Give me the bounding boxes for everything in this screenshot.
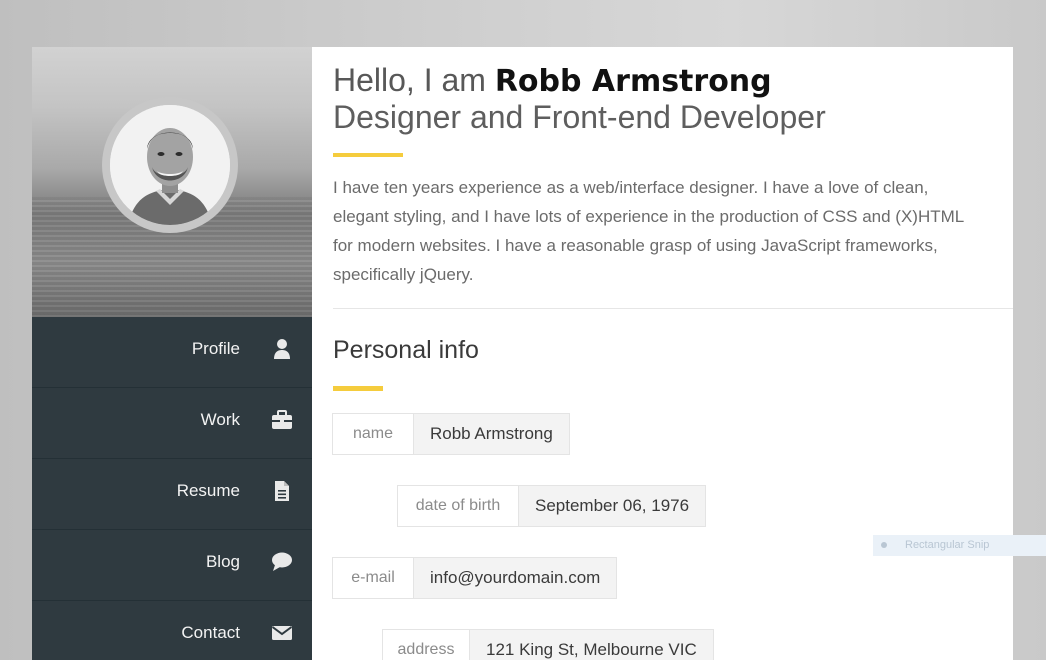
personal-info-heading: Personal info xyxy=(333,336,479,364)
avatar xyxy=(102,97,238,233)
portrait-photo xyxy=(110,105,230,225)
info-value: info@yourdomain.com xyxy=(414,558,617,598)
info-row-email: e-mail info@yourdomain.com xyxy=(332,557,618,599)
info-row-address: address 121 King St, Melbourne VIC xyxy=(382,629,714,660)
greeting-text: Hello, I am xyxy=(333,62,495,98)
nav-item-work[interactable]: Work xyxy=(32,388,312,459)
nav-item-blog[interactable]: Blog xyxy=(32,530,312,601)
info-key: date of birth xyxy=(398,486,519,526)
accent-divider xyxy=(333,153,403,157)
info-key: name xyxy=(333,414,414,454)
owner-name: Robb Armstrong xyxy=(494,64,772,99)
nav-item-label: Work xyxy=(200,410,240,429)
document-icon xyxy=(275,481,289,501)
nav-item-label: Resume xyxy=(176,481,240,500)
profile-header-image xyxy=(32,47,312,317)
main-nav: Profile Work Resume Blog Contact xyxy=(32,317,312,660)
info-key: address xyxy=(383,630,470,660)
nav-item-profile[interactable]: Profile xyxy=(32,317,312,388)
user-icon xyxy=(274,339,290,359)
nav-item-contact[interactable]: Contact xyxy=(32,601,312,660)
info-row-date-of-birth: date of birth September 06, 1976 xyxy=(397,485,707,527)
main-content: Hello, I am Robb Armstrong Designer and … xyxy=(312,47,1013,660)
sidebar: Profile Work Resume Blog Contact xyxy=(32,47,312,660)
job-title: Designer and Front-end Developer xyxy=(333,99,826,135)
speech-bubble-icon xyxy=(272,552,292,571)
nav-item-label: Blog xyxy=(205,552,240,571)
section-divider xyxy=(333,308,1013,309)
info-value: September 06, 1976 xyxy=(519,486,706,526)
briefcase-icon xyxy=(272,410,292,429)
snip-label: Rectangular Snip xyxy=(905,539,990,551)
nav-item-resume[interactable]: Resume xyxy=(32,459,312,530)
info-value: 121 King St, Melbourne VIC xyxy=(470,630,713,660)
rectangular-snip-tooltip[interactable]: Rectangular Snip xyxy=(873,535,1046,556)
info-value: Robb Armstrong xyxy=(414,414,569,454)
resume-card: Profile Work Resume Blog Contact Hello, … xyxy=(32,47,1013,660)
greeting-heading: Hello, I am Robb Armstrong xyxy=(333,61,772,101)
accent-divider xyxy=(333,386,383,391)
envelope-icon xyxy=(271,626,293,640)
info-row-name: name Robb Armstrong xyxy=(332,413,570,455)
snip-dot-icon xyxy=(881,542,887,548)
nav-item-label: Profile xyxy=(191,339,240,358)
intro-paragraph: I have ten years experience as a web/int… xyxy=(333,178,964,284)
nav-item-label: Contact xyxy=(181,623,240,642)
info-key: e-mail xyxy=(333,558,414,598)
